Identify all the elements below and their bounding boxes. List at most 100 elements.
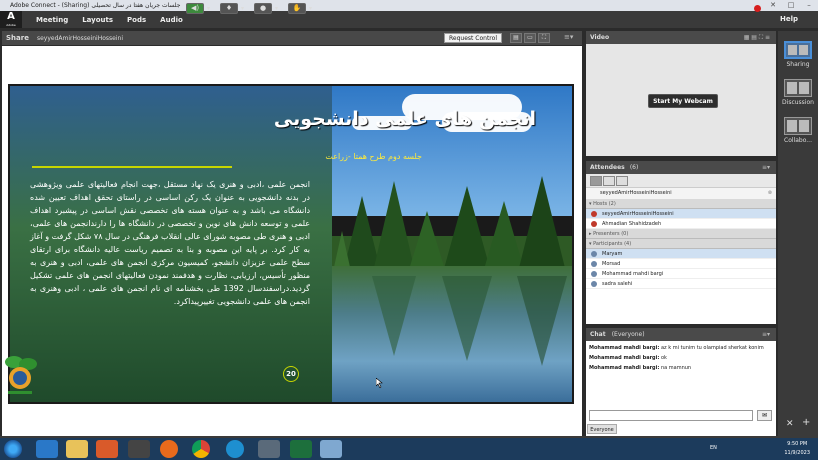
- layouts-bar: Sharing Discussion Collabo... ✕ +: [778, 31, 818, 436]
- chat-tab-everyone[interactable]: Everyone: [587, 424, 617, 434]
- taskbar: EN 9:50 PM 11/9/2023: [0, 438, 818, 460]
- reflection-icon: [372, 276, 567, 366]
- chevron-down-icon[interactable]: ▾: [309, 5, 312, 12]
- attendees-pod-header: Attendees (6) ≡▾: [586, 161, 776, 174]
- microphone-control[interactable]: ♦ ▾: [220, 3, 244, 14]
- layout-collaboration[interactable]: Collabo...: [782, 117, 814, 144]
- list-item[interactable]: Ahmadian Shahidzadeh: [586, 219, 776, 229]
- maximize-button[interactable]: □: [782, 0, 800, 11]
- video-editor-icon[interactable]: [128, 440, 150, 458]
- list-item[interactable]: Mohammad mahdi bargi: [586, 269, 776, 279]
- pod-options-icon[interactable]: ▦ ▤ ⛶ ≡: [744, 31, 770, 44]
- layout-discussion[interactable]: Discussion: [782, 79, 814, 106]
- settings-icon[interactable]: ✕: [786, 419, 794, 429]
- microphone-icon[interactable]: ♦: [220, 3, 238, 14]
- speaker-control[interactable]: ◀) ▾: [186, 3, 210, 14]
- list-item[interactable]: Morsad: [586, 259, 776, 269]
- excel-icon[interactable]: [290, 440, 312, 458]
- status-control[interactable]: ✋ ▾: [288, 3, 312, 14]
- file-explorer-icon[interactable]: [66, 440, 88, 458]
- clock-time: 9:50 PM: [787, 441, 808, 447]
- hosts-group-header[interactable]: ▾ Hosts (2): [586, 199, 776, 209]
- slide-body-text: انجمن علمی ،ادبی و هنری یک نهاد مستقل ،ج…: [30, 180, 311, 306]
- chrome-icon[interactable]: [192, 440, 210, 458]
- start-webcam-button[interactable]: Start My Webcam: [648, 94, 718, 108]
- language-indicator[interactable]: EN: [710, 445, 717, 451]
- menu-pods[interactable]: Pods: [127, 16, 146, 24]
- request-control-button[interactable]: Request Control: [444, 33, 502, 43]
- slide-page-number: 20: [283, 366, 299, 382]
- chat-pod: Mohammad mahdi bargi: az k mi tunim tu o…: [586, 341, 776, 436]
- status-view-icon[interactable]: [616, 176, 628, 186]
- attendees-toolbar: [586, 174, 776, 188]
- chat-pod-title: Chat: [590, 331, 606, 338]
- video-pod-title: Video: [590, 34, 610, 41]
- webcam-icon[interactable]: ●: [254, 3, 272, 14]
- layout-thumbnail-icon: [784, 79, 812, 97]
- close-icon[interactable]: ⊗: [768, 188, 772, 199]
- close-window-button[interactable]: ✕: [764, 0, 782, 11]
- speaker-icon[interactable]: ◀): [186, 3, 204, 14]
- list-item[interactable]: Maryam: [586, 249, 776, 259]
- layout-sharing[interactable]: Sharing: [782, 41, 814, 68]
- menu-audio[interactable]: Audio: [160, 16, 183, 24]
- landscape-image: [332, 86, 572, 402]
- list-view-icon[interactable]: [590, 176, 602, 186]
- fit-width-icon[interactable]: ▤: [510, 33, 522, 43]
- chat-input[interactable]: [589, 410, 753, 421]
- chevron-down-icon[interactable]: ▾: [275, 5, 278, 12]
- participants-group-header[interactable]: ▾ Participants (4): [586, 239, 776, 249]
- video-pod: Start My Webcam: [586, 44, 776, 156]
- clock-date: 11/9/2023: [784, 450, 810, 456]
- window-title: جلسات جریان هفتا در سال تحصیلی (Sharing)…: [10, 2, 181, 9]
- attendee-count: (6): [629, 164, 639, 171]
- mouse-cursor-icon: [376, 378, 383, 388]
- full-screen-icon[interactable]: ⛶: [538, 33, 550, 43]
- menu-bar: A Adobe Meeting Layouts Pods Audio: [0, 11, 818, 28]
- start-button-icon[interactable]: [4, 440, 22, 458]
- window-titlebar: جلسات جریان هفتا در سال تحصیلی (Sharing)…: [0, 0, 818, 11]
- send-message-icon[interactable]: ✉: [757, 410, 772, 421]
- internet-explorer-icon[interactable]: [36, 440, 58, 458]
- help-menu[interactable]: Help: [780, 11, 798, 28]
- media-player-icon[interactable]: [96, 440, 118, 458]
- chevron-down-icon[interactable]: ▾: [207, 5, 210, 12]
- menu-meeting[interactable]: Meeting: [36, 16, 68, 24]
- attendees-pod-title: Attendees: [590, 164, 625, 171]
- recording-indicator-icon[interactable]: [754, 5, 761, 12]
- webcam-control[interactable]: ● ▾: [254, 3, 278, 14]
- presenters-group-header[interactable]: ▸ Presenters (0): [586, 229, 776, 239]
- slide-subtitle: جلسه دوم طرح همتا -زراعت: [325, 152, 422, 161]
- add-layout-icon[interactable]: +: [802, 417, 810, 428]
- current-user-row[interactable]: seyyedAmirHosseiniHosseini ⊗: [586, 188, 776, 199]
- attendees-pod: seyyedAmirHosseiniHosseini ⊗ ▾ Hosts (2)…: [586, 174, 776, 324]
- pod-options-icon[interactable]: ≡▾: [564, 33, 573, 41]
- full-screen-view-icon[interactable]: ▭: [524, 33, 536, 43]
- minimize-button[interactable]: –: [800, 0, 818, 11]
- raise-hand-icon[interactable]: ✋: [288, 3, 306, 14]
- layout-thumbnail-icon: [784, 41, 812, 59]
- window-controls: – □ ✕: [764, 0, 818, 11]
- chat-pod-header: Chat (Everyone) ≡▾: [586, 328, 776, 341]
- share-pod-title: Share: [6, 34, 29, 42]
- edge-icon[interactable]: [226, 440, 244, 458]
- list-item[interactable]: sadra salehi: [586, 279, 776, 289]
- video-pod-header: Video ▦ ▤ ⛶ ≡: [586, 31, 776, 44]
- current-user-name: seyyedAmirHosseiniHosseini: [600, 190, 672, 196]
- chat-message: Mohammad mahdi bargi: na mamnun: [589, 365, 692, 371]
- chevron-down-icon[interactable]: ▾: [241, 5, 244, 12]
- adobe-connect-icon[interactable]: [320, 440, 342, 458]
- chat-message: Mohammad mahdi bargi: az k mi tunim tu o…: [589, 345, 764, 351]
- pod-options-icon[interactable]: ≡▾: [762, 161, 770, 174]
- app-icon[interactable]: [258, 440, 280, 458]
- pod-options-icon[interactable]: ≡▾: [762, 328, 770, 341]
- subtitle-underline: [32, 166, 232, 168]
- clock[interactable]: 9:50 PM 11/9/2023: [784, 440, 810, 458]
- menu-layouts[interactable]: Layouts: [82, 16, 113, 24]
- presentation-slide: انجمن های علمی دانشجویی جلسه دوم طرح همت…: [10, 86, 572, 402]
- firefox-icon[interactable]: [160, 440, 178, 458]
- university-logo-icon: [5, 356, 37, 394]
- breakout-view-icon[interactable]: [603, 176, 615, 186]
- list-item[interactable]: seyyedAmirHosseiniHosseini: [586, 209, 776, 219]
- share-pod-header: Share seyyedAmirHosseiniHosseini Request…: [2, 31, 582, 45]
